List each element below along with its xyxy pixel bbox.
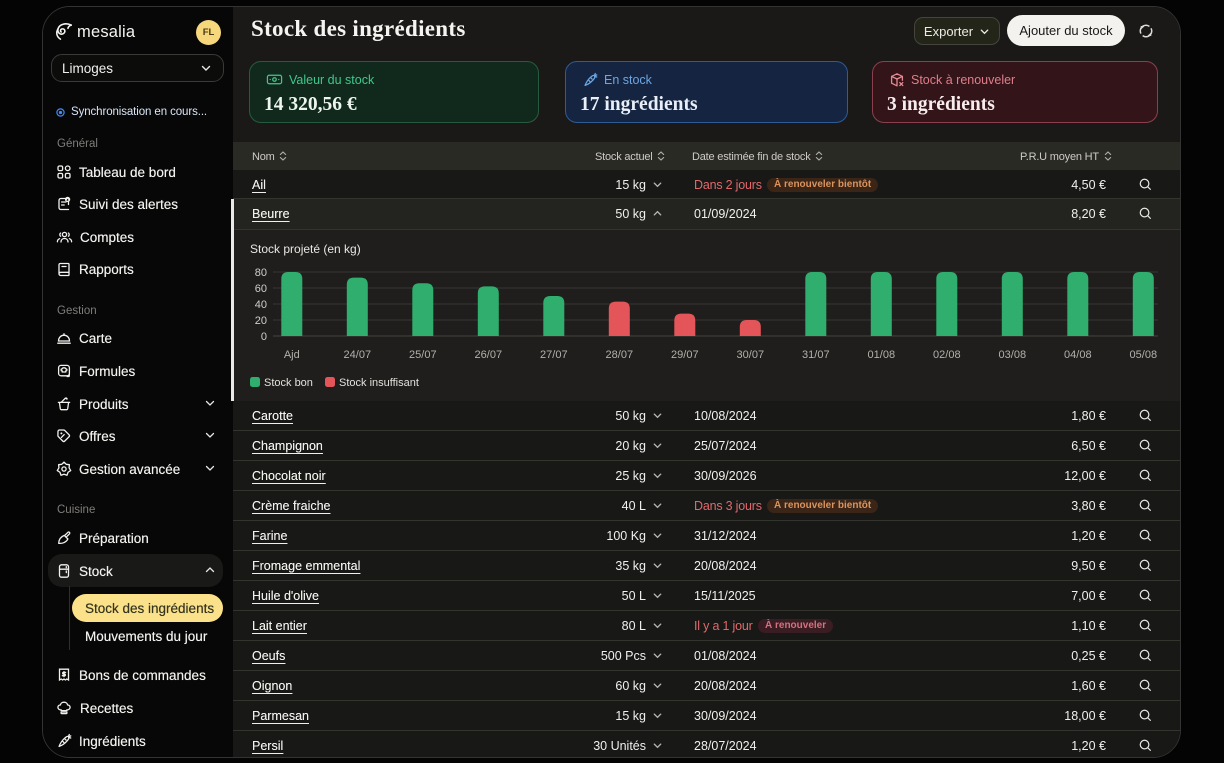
svg-text:0: 0	[261, 331, 267, 343]
svg-text:29/07: 29/07	[671, 349, 699, 361]
svg-text:25/07: 25/07	[409, 349, 437, 361]
svg-text:26/07: 26/07	[475, 349, 503, 361]
svg-text:40: 40	[255, 299, 267, 311]
svg-text:01/08: 01/08	[868, 349, 896, 361]
svg-text:27/07: 27/07	[540, 349, 568, 361]
svg-text:05/08: 05/08	[1130, 349, 1158, 361]
svg-text:04/08: 04/08	[1064, 349, 1092, 361]
svg-text:03/08: 03/08	[999, 349, 1027, 361]
svg-text:Stock bon: Stock bon	[264, 377, 313, 389]
svg-text:28/07: 28/07	[606, 349, 634, 361]
svg-text:Stock projeté (en kg): Stock projeté (en kg)	[250, 242, 361, 256]
svg-text:Ajd: Ajd	[284, 349, 300, 361]
svg-text:02/08: 02/08	[933, 349, 961, 361]
svg-text:24/07: 24/07	[344, 349, 372, 361]
svg-text:31/07: 31/07	[802, 349, 830, 361]
svg-text:30/07: 30/07	[737, 349, 765, 361]
svg-text:60: 60	[255, 283, 267, 295]
svg-text:Stock insuffisant: Stock insuffisant	[339, 377, 419, 389]
svg-text:20: 20	[255, 315, 267, 327]
svg-text:80: 80	[255, 267, 267, 279]
